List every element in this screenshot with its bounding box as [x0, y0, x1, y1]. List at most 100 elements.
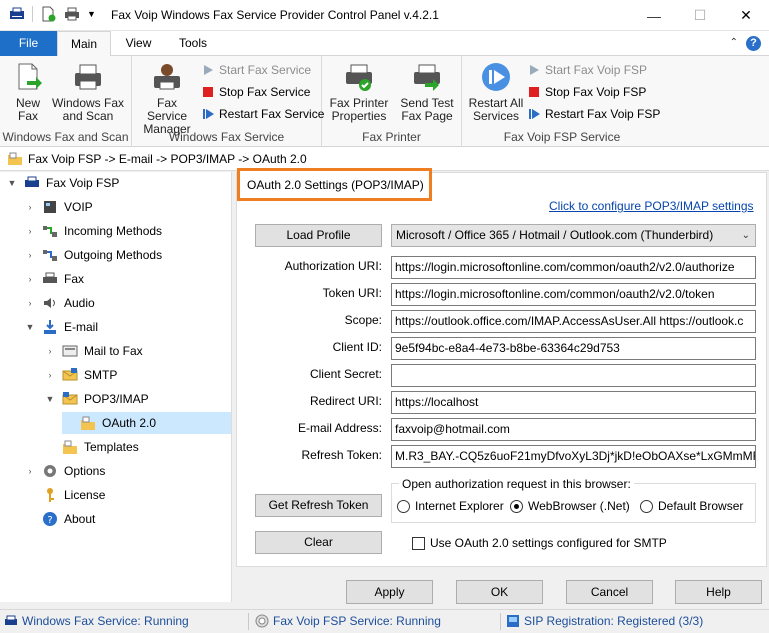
restart-all-label: Restart All Services: [468, 96, 524, 123]
status-fax-service[interactable]: Windows Fax Service: Running: [4, 614, 189, 628]
chevron-down-icon[interactable]: ⌄: [742, 225, 750, 246]
chevron-down-icon[interactable]: ▼: [6, 178, 18, 188]
tree-item-mail-to-fax[interactable]: › Mail to Fax: [44, 340, 143, 362]
navigation-tree: ▼ Fax Voip FSP › VOIP › Incoming Methods…: [0, 172, 232, 602]
sip-registration-icon: [507, 615, 519, 627]
help-button[interactable]: Help: [675, 580, 762, 604]
tab-tools[interactable]: Tools: [166, 31, 220, 56]
printer-icon[interactable]: [63, 6, 81, 22]
tree-item-fax[interactable]: › Fax: [24, 268, 85, 290]
fax-voip-icon: [25, 176, 39, 187]
radio-label: Internet Explorer: [415, 499, 504, 513]
auth-uri-field[interactable]: https://login.microsoftonline.com/common…: [391, 256, 756, 279]
status-fsp-service[interactable]: Fax Voip FSP Service: Running: [255, 614, 441, 628]
email-field[interactable]: faxvoip@hotmail.com: [391, 418, 756, 441]
use-smtp-oauth-checkbox[interactable]: Use OAuth 2.0 settings configured for SM…: [412, 536, 667, 550]
section-title: OAuth 2.0 Settings (POP3/IMAP): [247, 178, 424, 192]
chevron-right-icon[interactable]: ›: [24, 202, 36, 212]
fax-printer-properties-button[interactable]: Fax Printer Properties: [327, 61, 391, 123]
minimize-button[interactable]: —: [631, 0, 677, 31]
tree-label: Audio: [64, 296, 95, 310]
maximize-button[interactable]: ☐: [677, 0, 723, 31]
new-fax-button[interactable]: New Fax: [8, 61, 48, 123]
tree-item-oauth[interactable]: OAuth 2.0: [62, 412, 231, 434]
stop-fsp-button[interactable]: Stop Fax Voip FSP: [528, 82, 646, 102]
windows-fax-scan-button[interactable]: Windows Fax and Scan: [50, 61, 126, 123]
scope-field[interactable]: https://outlook.office.com/IMAP.AccessAs…: [391, 310, 756, 333]
start-fax-service-button[interactable]: Start Fax Service: [202, 60, 311, 80]
clear-button[interactable]: Clear: [255, 531, 382, 554]
tree-label: About: [64, 512, 96, 526]
tree-item-license[interactable]: License: [24, 484, 105, 506]
chevron-right-icon[interactable]: ›: [44, 370, 56, 380]
quick-access-toolbar: ▼: [8, 6, 96, 22]
redirect-uri-field[interactable]: https://localhost: [391, 391, 756, 414]
new-document-icon[interactable]: [39, 6, 57, 22]
get-refresh-token-button[interactable]: Get Refresh Token: [255, 494, 382, 517]
customize-quick-access-icon[interactable]: ▼: [87, 9, 96, 19]
radio-icon[interactable]: [640, 499, 653, 513]
chevron-down-icon[interactable]: ▼: [44, 394, 56, 404]
cancel-button[interactable]: Cancel: [566, 580, 653, 604]
tree-item-outgoing-methods[interactable]: › Outgoing Methods: [24, 244, 163, 266]
chevron-down-icon[interactable]: ▼: [24, 322, 36, 332]
start-fsp-label: Start Fax Voip FSP: [545, 63, 648, 77]
tree-item-options[interactable]: › Options: [24, 460, 106, 482]
restart-fsp-button[interactable]: Restart Fax Voip FSP: [528, 104, 660, 124]
tree-item-about[interactable]: ? About: [24, 508, 95, 530]
status-sip[interactable]: SIP Registration: Registered (3/3): [506, 614, 703, 628]
client-id-field[interactable]: 9e5f94bc-e8a4-4e73-b8be-63364c29d753: [391, 337, 756, 360]
token-uri-field[interactable]: https://login.microsoftonline.com/common…: [391, 283, 756, 306]
tree-item-email[interactable]: ▼ E-mail: [24, 316, 98, 338]
tab-view[interactable]: View: [111, 31, 166, 56]
tree-item-fax-voip-fsp[interactable]: ▼ Fax Voip FSP: [6, 172, 120, 194]
start-fax-service-label: Start Fax Service: [219, 63, 312, 77]
fax-service-manager-button[interactable]: Fax Service Manager: [136, 61, 198, 136]
stop-fax-service-button[interactable]: Stop Fax Service: [202, 82, 310, 102]
radio-selected-icon[interactable]: [510, 499, 523, 513]
collapse-ribbon-icon[interactable]: ⌃: [730, 37, 738, 48]
close-button[interactable]: ✕: [723, 0, 769, 31]
chevron-right-icon[interactable]: ›: [24, 466, 36, 476]
tree-item-smtp[interactable]: › SMTP: [44, 364, 117, 386]
checkbox-icon[interactable]: [412, 536, 425, 550]
start-fsp-button[interactable]: Start Fax Voip FSP: [528, 60, 647, 80]
phone-icon: [44, 201, 56, 213]
radio-webbrowser-net[interactable]: WebBrowser (.Net): [510, 499, 630, 513]
tab-main[interactable]: Main: [57, 31, 111, 57]
restart-fax-service-button[interactable]: Restart Fax Service: [202, 104, 324, 124]
tree-item-pop3-imap[interactable]: ▼ POP3/IMAP: [44, 388, 149, 410]
refresh-token-field[interactable]: M.R3_BAY.-CQ5z6uoF21myDfvoXyL3Dj*jkD!eOb…: [391, 445, 756, 468]
apply-button[interactable]: Apply: [346, 580, 433, 604]
fax-icon: [43, 272, 57, 283]
radio-icon[interactable]: [397, 499, 410, 513]
tree-item-incoming-methods[interactable]: › Incoming Methods: [24, 220, 163, 242]
load-profile-button[interactable]: Load Profile: [255, 224, 382, 247]
send-test-fax-label: Send Test Fax Page: [400, 96, 454, 123]
configure-pop3-link[interactable]: Click to configure POP3/IMAP settings: [549, 199, 754, 213]
tree-item-audio[interactable]: › Audio: [24, 292, 95, 314]
radio-internet-explorer[interactable]: Internet Explorer: [397, 499, 504, 513]
chevron-right-icon[interactable]: ›: [24, 226, 36, 236]
chevron-right-icon[interactable]: ›: [24, 298, 36, 308]
ok-button[interactable]: OK: [456, 580, 543, 604]
send-test-fax-button[interactable]: Send Test Fax Page: [397, 61, 457, 123]
group-fax-service: Fax Service Manager Start Fax Service St…: [132, 56, 324, 147]
token-uri-label: Token URI:: [322, 286, 382, 300]
group-label-fax-scan: Windows Fax and Scan: [2, 130, 129, 144]
profile-select[interactable]: Microsoft / Office 365 / Hotmail / Outlo…: [391, 224, 756, 247]
tree-label: VOIP: [64, 200, 93, 214]
tree-item-voip[interactable]: › VOIP: [24, 196, 93, 218]
tree-item-templates[interactable]: Templates: [44, 436, 139, 458]
help-icon[interactable]: ?: [746, 36, 761, 51]
chevron-right-icon[interactable]: ›: [44, 346, 56, 356]
client-secret-field[interactable]: [391, 364, 756, 387]
chevron-right-icon[interactable]: ›: [24, 274, 36, 284]
group-fsp-service: Restart All Services Start Fax Voip FSP …: [462, 56, 662, 147]
tab-file[interactable]: File: [0, 31, 57, 56]
restart-all-services-button[interactable]: Restart All Services: [465, 61, 527, 123]
chevron-right-icon[interactable]: ›: [24, 250, 36, 260]
radio-default-browser[interactable]: Default Browser: [640, 499, 743, 513]
service-manager-icon: [154, 64, 180, 90]
stop-fax-service-label: Stop Fax Service: [219, 85, 311, 99]
